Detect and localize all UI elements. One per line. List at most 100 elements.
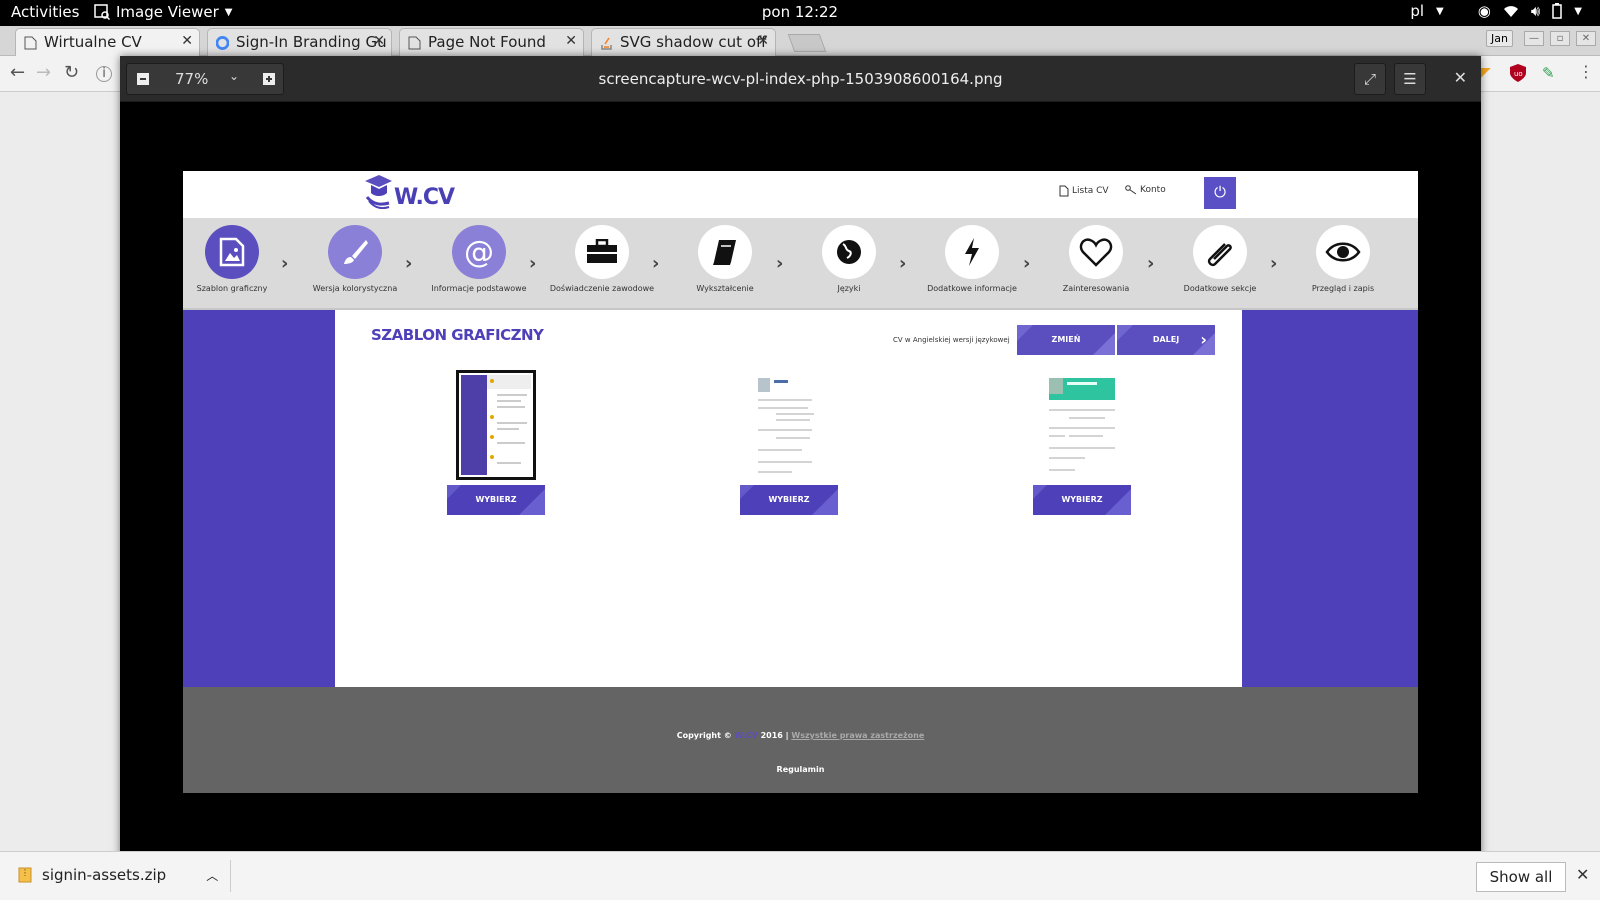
tab-page-not-found[interactable]: Page Not Found ✕	[399, 28, 584, 56]
battery-icon	[1552, 3, 1563, 19]
choose-template-1-button[interactable]: WYBIERZ	[447, 485, 545, 515]
stackoverflow-icon	[601, 37, 612, 50]
close-icon[interactable]: ✕	[181, 33, 193, 49]
step-doswiadczenie[interactable]: Doświadczenie zawodowe	[542, 225, 662, 293]
zoom-level[interactable]: 77%	[175, 70, 208, 88]
footer-brand: W.CV	[734, 731, 758, 740]
step-wyksztalcenie[interactable]: Wykształcenie	[665, 225, 785, 293]
tab-label: Sign-In Branding Gu	[236, 33, 387, 51]
section-title: SZABLON GRAFICZNY	[371, 326, 544, 344]
tab-label: SVG shadow cut off	[620, 33, 767, 51]
site-footer: Copyright © W.CV 2016 | Wszystkie prawa …	[183, 687, 1418, 793]
page-icon	[408, 36, 421, 50]
forward-icon[interactable]: →	[36, 62, 51, 83]
step-dodatkowe-informacje[interactable]: Dodatkowe informacje	[912, 225, 1032, 293]
new-tab-button[interactable]	[787, 34, 827, 52]
back-icon[interactable]: ←	[10, 62, 25, 83]
system-tray[interactable]: pl ▼ ◉ 🔊︎ ▼	[1410, 2, 1582, 20]
choose-template-3-button[interactable]: WYBIERZ	[1033, 485, 1131, 515]
viewer-menu-button[interactable]: ☰	[1394, 63, 1426, 95]
close-icon[interactable]: ✕	[757, 33, 769, 49]
lista-cv-label: Lista CV	[1072, 186, 1109, 196]
chevron-right-icon: ›	[1270, 253, 1278, 274]
step-jezyki[interactable]: Języki	[789, 225, 909, 293]
step-wersja-kolorystyczna[interactable]: Wersja kolorystyczna	[295, 225, 415, 293]
google-icon	[216, 36, 229, 50]
next-button[interactable]: DALEJ ›	[1117, 325, 1215, 355]
zip-file-icon	[18, 867, 32, 883]
app-menu[interactable]: Image Viewer ▼	[94, 3, 232, 21]
template-thumbnail-1[interactable]	[456, 370, 536, 480]
cv-preview-purple	[459, 373, 533, 477]
rights-link[interactable]: Wszystkie prawa zastrzeżone	[791, 731, 924, 740]
lista-cv-link[interactable]: Lista CV	[1059, 185, 1109, 197]
chevron-up-icon[interactable]: ︿	[206, 867, 218, 884]
document-icon	[1059, 185, 1069, 197]
keyboard-layout[interactable]: pl	[1410, 2, 1424, 20]
record-icon: ◉	[1477, 2, 1491, 20]
template-thumbnail-2[interactable]	[752, 370, 832, 480]
step-label: Doświadczenie zawodowe	[549, 284, 655, 293]
key-icon	[1125, 185, 1137, 195]
heart-icon	[1079, 238, 1113, 267]
cv-preview-teal	[1049, 378, 1115, 471]
tab-label: Page Not Found	[428, 33, 546, 51]
maximize-button[interactable]: ▫	[1550, 31, 1570, 46]
zoom-control: 77% ⌄	[126, 63, 284, 95]
tab-sign-in-branding[interactable]: Sign-In Branding Gu ✕	[207, 28, 392, 56]
choose-template-2-button[interactable]: WYBIERZ	[740, 485, 838, 515]
tab-wirtualne-cv[interactable]: Wirtualne CV ✕	[15, 28, 200, 56]
choose-label: WYBIERZ	[1061, 495, 1103, 504]
download-item[interactable]: signin-assets.zip ︿	[18, 866, 218, 884]
briefcase-icon	[587, 239, 617, 263]
copyright-year: 2016 |	[760, 731, 789, 740]
next-label: DALEJ	[1152, 335, 1180, 344]
konto-link[interactable]: Konto	[1125, 185, 1166, 195]
step-informacje-podstawowe[interactable]: @ Informacje podstawowe	[419, 225, 539, 293]
at-icon: @	[464, 234, 494, 270]
template-thumbnail-3[interactable]	[1045, 370, 1125, 480]
ublock-icon[interactable]: uo	[1510, 64, 1526, 87]
chevron-down-icon: ▼	[1436, 5, 1444, 17]
step-dodatkowe-sekcje[interactable]: Dodatkowe sekcje	[1160, 225, 1280, 293]
close-download-bar-icon[interactable]: ✕	[1576, 865, 1589, 884]
paperclip-icon	[1207, 243, 1232, 267]
zoom-in-button[interactable]	[253, 64, 285, 94]
cv-language-note: CV w Angielskiej wersji językowej	[893, 336, 1010, 344]
step-przeglad-i-zapis[interactable]: Przegląd i zapis	[1283, 225, 1403, 293]
close-icon[interactable]: ✕	[565, 33, 577, 49]
plus-icon	[263, 73, 275, 85]
image-viewer-window: 77% ⌄ screencapture-wcv-pl-index-php-150…	[120, 56, 1481, 865]
change-button[interactable]: ZMIEŃ	[1017, 325, 1115, 355]
terms-link[interactable]: Regulamin	[183, 765, 1418, 774]
chevron-right-icon: ›	[1023, 253, 1031, 274]
brush-icon	[344, 240, 368, 264]
step-label: Wykształcenie	[696, 284, 754, 293]
minimize-button[interactable]: —	[1524, 31, 1544, 46]
close-icon[interactable]: ✕	[373, 33, 385, 49]
tab-svg-shadow[interactable]: SVG shadow cut off ✕	[591, 28, 776, 56]
download-bar: signin-assets.zip ︿ Show all ✕	[0, 851, 1600, 900]
extension-icon[interactable]: ◤	[1480, 65, 1491, 81]
step-label: Zainteresowania	[1062, 284, 1130, 293]
logout-button[interactable]: ⏻	[1204, 177, 1236, 209]
menu-icon[interactable]: ⋮	[1578, 62, 1594, 81]
show-all-button[interactable]: Show all	[1476, 862, 1566, 892]
step-szablon-graficzny[interactable]: Szablon graficzny	[183, 225, 292, 293]
clock[interactable]: pon 12:22	[0, 3, 1600, 21]
reload-icon[interactable]: ↻	[64, 62, 79, 83]
hamburger-icon: ☰	[1403, 70, 1417, 88]
info-icon[interactable]: i	[96, 66, 112, 82]
cv-preview-classic	[758, 378, 814, 473]
profile-button[interactable]: Jan	[1486, 30, 1513, 47]
zoom-out-button[interactable]	[127, 64, 159, 94]
eyedropper-icon[interactable]: ✎	[1542, 64, 1555, 82]
viewer-close-button[interactable]: ✕	[1454, 68, 1467, 87]
chevron-down-icon[interactable]: ⌄	[229, 69, 239, 83]
window-close-button[interactable]: ✕	[1576, 31, 1596, 46]
image-viewer-icon	[94, 4, 110, 20]
activities-button[interactable]: Activities	[11, 3, 79, 21]
step-zainteresowania[interactable]: Zainteresowania	[1036, 225, 1156, 293]
fullscreen-button[interactable]: ⤢	[1354, 63, 1386, 95]
choose-label: WYBIERZ	[768, 495, 810, 504]
